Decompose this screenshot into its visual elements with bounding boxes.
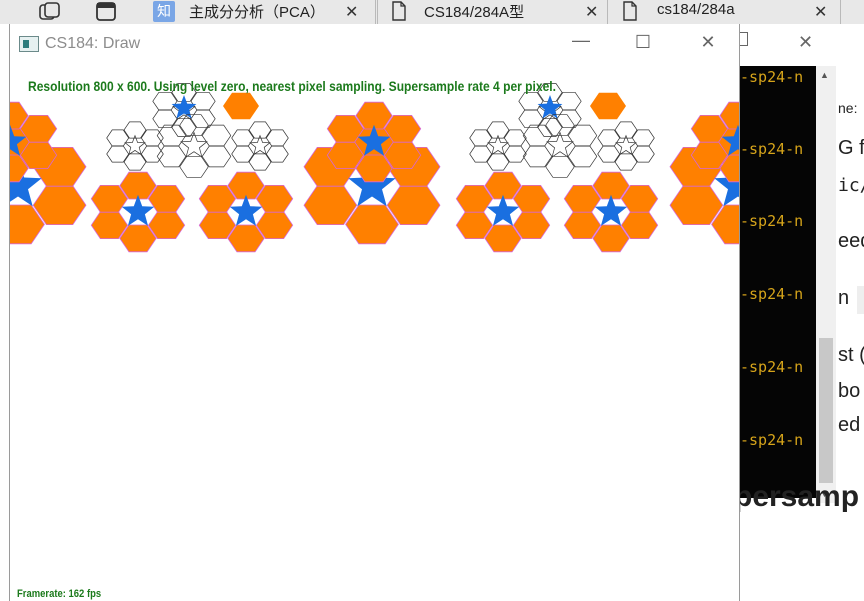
hexagon-shape (590, 92, 626, 120)
tab-close-icon[interactable]: ✕ (814, 2, 827, 22)
status-text: Resolution 800 x 600. Using level zero, … (28, 78, 556, 94)
minimize-button[interactable]: — (566, 30, 596, 54)
hexagon-shape (669, 185, 724, 226)
window-titlebar[interactable]: CS184: Draw — ☐ ✕ (10, 24, 739, 64)
hexagon-shape (386, 185, 441, 226)
render-canvas[interactable]: Resolution 800 x 600. Using level zero, … (10, 64, 739, 601)
inline-code-block (857, 286, 864, 314)
page-snippet: ed (838, 414, 861, 436)
scroll-up-icon[interactable]: ▲ (820, 70, 829, 80)
close-button[interactable]: ✕ (693, 32, 723, 56)
terminal-line: -sp24-n (740, 285, 804, 303)
app-icon (19, 36, 39, 52)
page-snippet: ne: (838, 100, 858, 116)
maximize-button[interactable]: ☐ (628, 32, 658, 56)
canvas-background (10, 286, 739, 601)
cs184-draw-window: CS184: Draw — ☐ ✕ Resolution 800 x 600. … (9, 24, 740, 601)
drawing-svg (10, 83, 739, 601)
tab-title: 主成分分析（PCA） (189, 4, 325, 21)
scroll-thumb[interactable] (819, 338, 833, 483)
desktop: 知 主成分分析（PCA） ✕ CS184/284A型 ✕ cs184/284a … (0, 0, 864, 601)
tab-cs184-284a-2[interactable]: cs184/284a ✕ (609, 0, 841, 24)
terminal-line: -sp24-n (740, 431, 804, 449)
page-snippet: n (838, 287, 850, 309)
browser-tab-bar: 知 主成分分析（PCA） ✕ CS184/284A型 ✕ cs184/284a … (0, 0, 864, 24)
tab-close-icon[interactable]: ✕ (345, 2, 358, 22)
hexagon-shape (223, 92, 259, 120)
terminal-scrollbar[interactable]: ▲ ▼ (816, 66, 836, 503)
page-snippet: bo (838, 380, 861, 402)
hexagon-shape (345, 204, 399, 245)
tab-title: CS184/284A型 (424, 4, 525, 21)
hexagon-shape (32, 185, 87, 226)
page-snippet: G f (838, 137, 864, 159)
terminal-line: -sp24-n (740, 140, 804, 158)
terminal-line: -sp24-n (740, 68, 804, 86)
tab-title: cs184/284a (657, 1, 735, 18)
document-icon (622, 1, 638, 21)
collections-icon[interactable] (36, 0, 64, 24)
page-heading: persamp (734, 480, 860, 513)
page-snippet: ic/ (838, 175, 864, 196)
document-icon (391, 1, 407, 21)
terminal-line: -sp24-n (740, 212, 804, 230)
zhihu-icon: 知 (153, 1, 175, 22)
page-snippet: st ( (838, 344, 864, 366)
tab-cs184-284a[interactable]: CS184/284A型 ✕ (377, 0, 608, 24)
page-snippet: eed (838, 230, 864, 252)
tab-actions-icon[interactable] (94, 0, 122, 24)
tab-pca[interactable]: 知 主成分分析（PCA） ✕ (148, 0, 376, 24)
framerate-text: Framerate: 162 fps (17, 588, 102, 600)
background-page: ✕ -sp24-n -sp24-n -sp24-n -sp24-n -sp24-… (734, 24, 864, 601)
hexagon-shape (303, 185, 358, 226)
maximize-icon[interactable] (740, 32, 748, 46)
close-icon[interactable]: ✕ (798, 32, 813, 53)
tab-close-icon[interactable]: ✕ (585, 2, 598, 22)
terminal-pane: -sp24-n -sp24-n -sp24-n -sp24-n -sp24-n … (740, 66, 816, 498)
terminal-line: -sp24-n (740, 358, 804, 376)
background-window-controls: ✕ (740, 24, 864, 66)
window-title: CS184: Draw (45, 35, 141, 52)
